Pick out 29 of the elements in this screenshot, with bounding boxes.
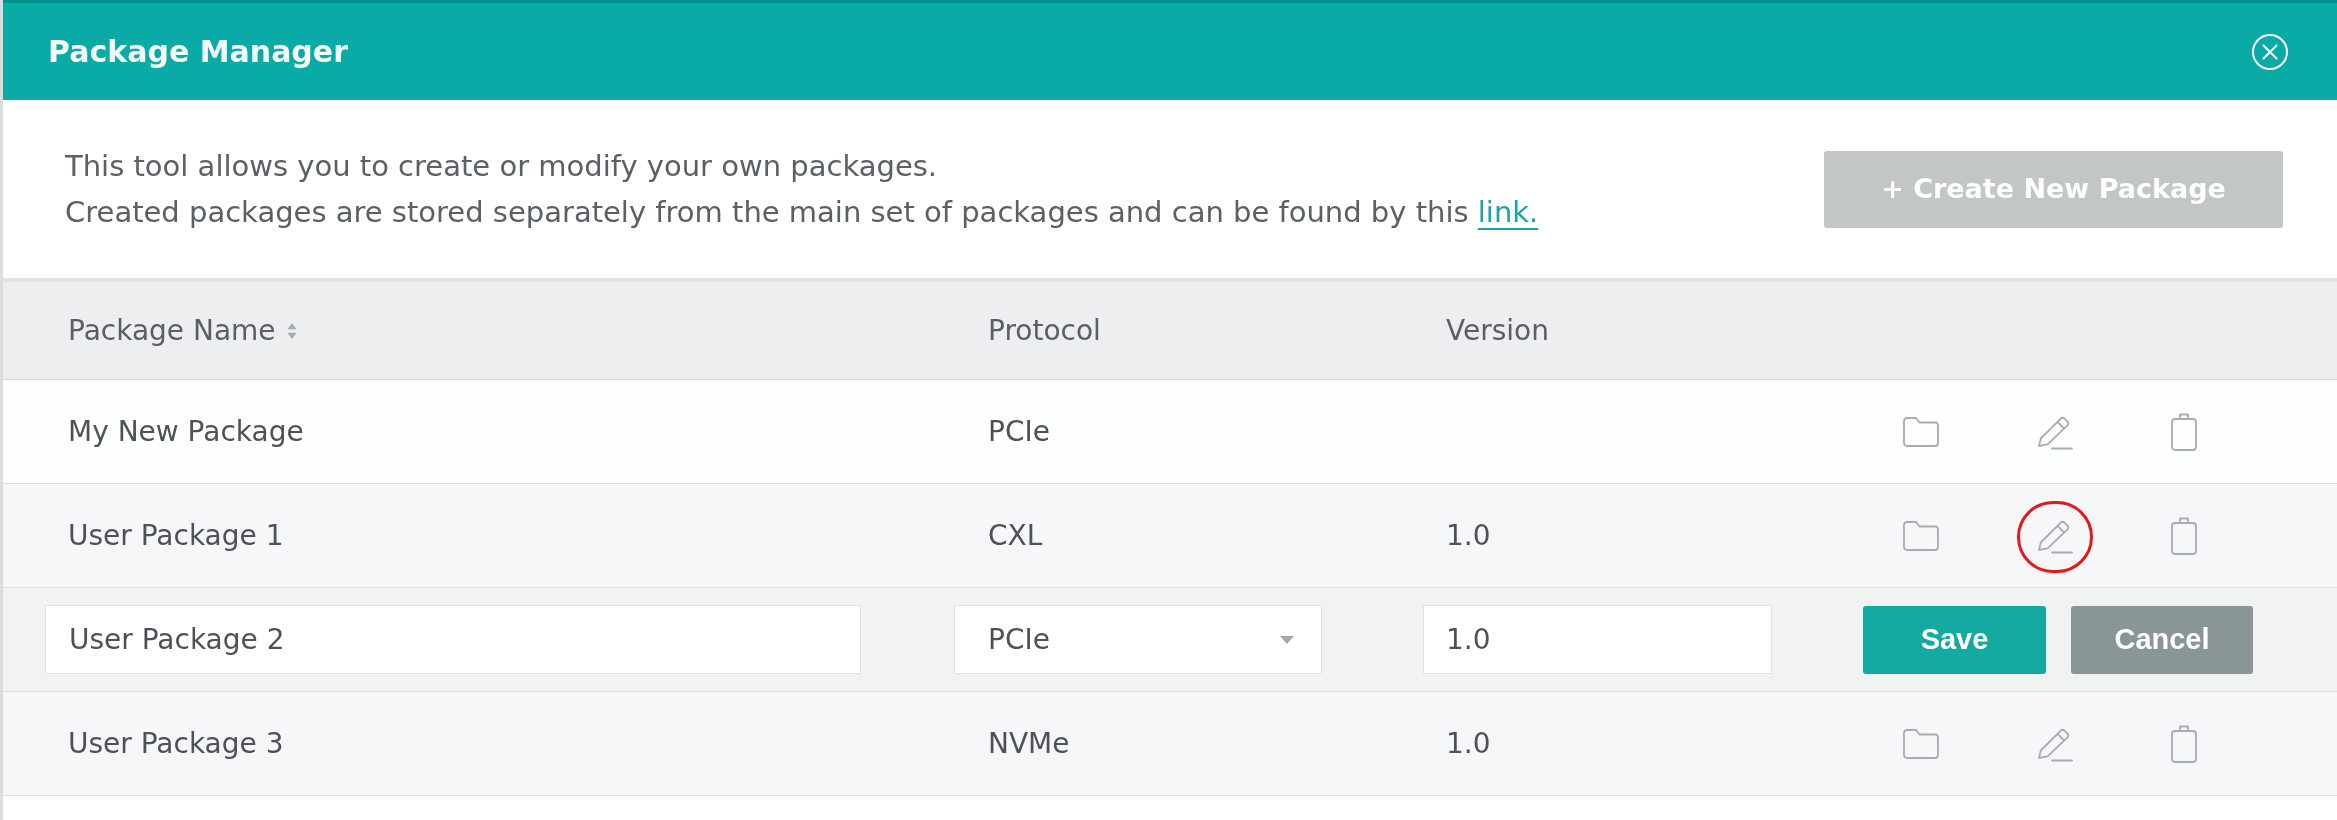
link[interactable]: link. bbox=[1477, 195, 1539, 229]
cancel-button[interactable]: Cancel bbox=[2071, 605, 2253, 674]
package-name: User Package 3 bbox=[68, 726, 284, 760]
package-name: User Package 1 bbox=[68, 518, 284, 552]
name-input[interactable]: User Package 2 bbox=[45, 605, 861, 674]
folder-icon[interactable] bbox=[1902, 519, 1940, 552]
trash-icon[interactable] bbox=[2170, 515, 2198, 556]
column-header: Package Name bbox=[68, 312, 276, 349]
sort-icon[interactable] bbox=[285, 321, 298, 340]
description-text: Created packages are stored separately from the main set of packages and can be found by this link. bbox=[65, 194, 1539, 231]
version-text: 1.0 bbox=[1446, 726, 1491, 760]
folder-icon[interactable] bbox=[1902, 415, 1940, 448]
trash-icon[interactable] bbox=[2170, 411, 2198, 452]
window-title: Package Manager bbox=[48, 33, 348, 71]
folder-icon[interactable] bbox=[1902, 727, 1940, 760]
column-header: Version bbox=[1446, 312, 1549, 349]
protocol-text: NVMe bbox=[988, 726, 1070, 760]
protocol-select[interactable]: PCIe bbox=[954, 605, 1322, 674]
version-input[interactable]: 1.0 bbox=[1423, 605, 1772, 674]
protocol-text: CXL bbox=[988, 518, 1043, 552]
column-header: Protocol bbox=[988, 312, 1101, 349]
trash-icon[interactable] bbox=[2170, 723, 2198, 764]
save-button[interactable]: Save bbox=[1863, 605, 2046, 674]
description-text: This tool allows you to create or modify your own packages. bbox=[65, 148, 939, 185]
protocol-text: PCIe bbox=[988, 414, 1050, 448]
close-icon[interactable] bbox=[2251, 32, 2289, 71]
caret-icon bbox=[1280, 635, 1294, 644]
package-name: My New Package bbox=[68, 414, 304, 448]
version-text: 1.0 bbox=[1446, 518, 1491, 552]
